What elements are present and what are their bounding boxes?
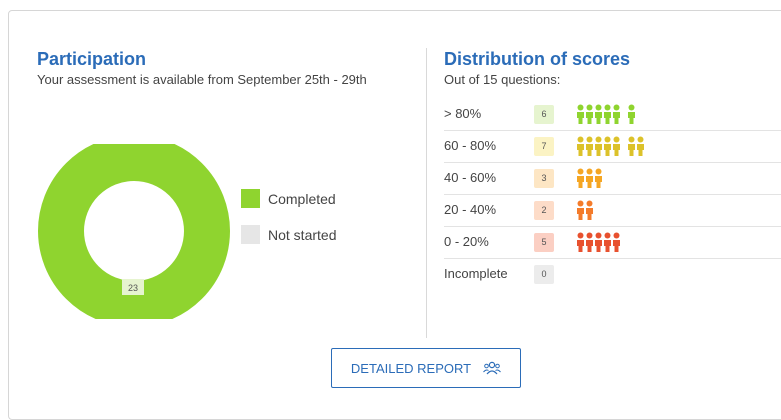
score-count-badge: 7 <box>534 137 554 156</box>
people-icons <box>576 104 636 124</box>
assessment-card: Participation Your assessment is availab… <box>8 10 781 420</box>
score-range-label: > 80% <box>444 106 482 121</box>
person-icon <box>595 168 602 188</box>
person-icon <box>628 136 635 156</box>
score-count-badge: 6 <box>534 105 554 124</box>
people-icons <box>576 168 603 188</box>
completed-swatch <box>241 189 260 208</box>
distribution-row: 40 - 60% 3 <box>444 163 781 195</box>
person-icon <box>604 104 611 124</box>
legend-label-not-started: Not started <box>268 226 337 243</box>
distribution-row: > 80% 6 <box>444 99 781 131</box>
distribution-row: 20 - 40% 2 <box>444 195 781 227</box>
person-icon <box>577 200 584 220</box>
person-icon <box>577 232 584 252</box>
distribution-rows: > 80% 6 60 - 80% 7 40 - 60% 3 20 - 40% 2 0 - 20%… <box>444 99 781 290</box>
score-range-label: 20 - 40% <box>444 202 497 217</box>
legend-label-completed: Completed <box>268 190 336 207</box>
distribution-row: 0 - 20% 5 <box>444 227 781 259</box>
person-icon <box>604 136 611 156</box>
people-icons <box>576 232 621 252</box>
person-icon <box>595 136 602 156</box>
distribution-title: Distribution of scores <box>444 49 631 69</box>
person-icon <box>637 136 644 156</box>
person-icon <box>628 104 635 124</box>
participation-donut-chart: 23 <box>38 144 230 319</box>
distribution-row: Incomplete 0 <box>444 259 781 290</box>
legend-item-completed: Completed <box>241 188 336 209</box>
people-group-icon <box>483 361 501 375</box>
score-count-badge: 2 <box>534 201 554 220</box>
person-icon <box>577 168 584 188</box>
person-icon <box>613 104 620 124</box>
detailed-report-button[interactable]: DETAILED REPORT <box>331 348 521 388</box>
score-range-label: 60 - 80% <box>444 138 497 153</box>
participation-title: Participation <box>37 49 147 69</box>
participation-legend: Completed Not started <box>241 188 336 260</box>
person-icon <box>613 136 620 156</box>
person-icon <box>586 104 593 124</box>
person-icon <box>586 168 593 188</box>
person-icon <box>613 232 620 252</box>
participation-subtitle: Your assessment is available from Septem… <box>37 72 367 87</box>
person-icon <box>595 104 602 124</box>
participation-section: Participation Your assessment is availab… <box>37 48 417 88</box>
person-icon <box>586 200 593 220</box>
distribution-subtitle: Out of 15 questions: <box>444 72 561 87</box>
distribution-section: Distribution of scores Out of 15 questio… <box>444 48 781 284</box>
person-icon <box>577 136 584 156</box>
score-count-badge: 0 <box>534 265 554 284</box>
score-range-label: Incomplete <box>444 266 508 281</box>
people-icons <box>576 136 645 156</box>
person-icon <box>586 136 593 156</box>
distribution-row: 60 - 80% 7 <box>444 131 781 163</box>
people-icons <box>576 200 594 220</box>
section-divider <box>426 48 427 338</box>
person-icon <box>586 232 593 252</box>
person-icon <box>595 232 602 252</box>
score-count-badge: 3 <box>534 169 554 188</box>
detailed-report-label: DETAILED REPORT <box>350 360 472 376</box>
completed-count-label: 23 <box>128 283 138 293</box>
legend-item-not-started: Not started <box>241 224 336 245</box>
score-range-label: 40 - 60% <box>444 170 497 185</box>
person-icon <box>604 232 611 252</box>
score-count-badge: 5 <box>534 233 554 252</box>
person-icon <box>577 104 584 124</box>
not-started-swatch <box>241 225 260 244</box>
score-range-label: 0 - 20% <box>444 234 489 249</box>
